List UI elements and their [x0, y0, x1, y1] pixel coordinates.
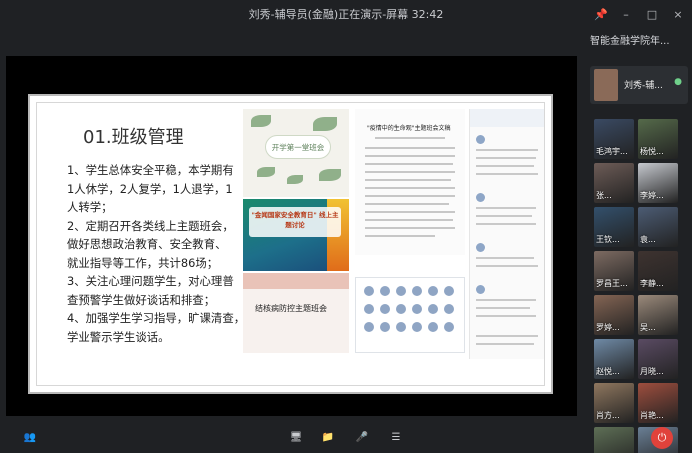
share-screen-icon[interactable]: 🖥	[288, 431, 304, 445]
meeting-window: 刘秀-辅导员(金融)正在演示-屏幕 32:42 📌 – □ × 01.班级管理 …	[0, 0, 692, 453]
participant-tile[interactable]: 毛鸿宇...	[594, 119, 634, 159]
participant-tile[interactable]: 李静...	[638, 251, 678, 291]
participant-name: 月晓...	[640, 367, 664, 376]
avatar	[594, 69, 618, 101]
participant-name: 袁...	[640, 235, 656, 244]
participant-tile[interactable]: 吴...	[638, 295, 678, 335]
panel-header: 智能金融学院年...	[590, 32, 686, 47]
participant-tile[interactable]: 李婷...	[638, 163, 678, 203]
minimize-icon[interactable]: –	[620, 8, 632, 21]
participant-name: 吴...	[640, 323, 656, 332]
photo-caption: "疫情中的生命观"主题班会文稿	[367, 125, 451, 132]
maximize-icon[interactable]: □	[646, 8, 658, 21]
participant-tile[interactable]: 肖方...	[594, 383, 634, 423]
slide-line: 1人休学，2人复学，1人退学，1	[67, 181, 233, 196]
slide-line: 做好思想政治教育、安全教育、	[67, 237, 227, 251]
participant-name: 毛鸿宇...	[596, 147, 628, 156]
photo-class-meeting: 开学第一堂班会	[243, 109, 349, 197]
participant-name: 张...	[596, 191, 612, 200]
participant-tile[interactable]: 肖艳...	[638, 383, 678, 423]
participant-name: 肖方...	[596, 411, 620, 420]
folder-icon[interactable]: 📁	[320, 431, 336, 445]
participant-tile[interactable]: 杨悦...	[638, 119, 678, 159]
slide-line: 查预警学生做好谈话和排查；	[67, 292, 216, 307]
participant-tile[interactable]: 罗婷...	[594, 295, 634, 335]
mic-icon[interactable]: 🎤	[354, 431, 370, 445]
participant-tile[interactable]: 王钦...	[594, 207, 634, 247]
presentation-slide: 01.班级管理 1、学生总体安全平稳，本学期有 1人休学，2人复学，1人退学，1…	[28, 94, 553, 394]
screen-share-stage: 01.班级管理 1、学生总体安全平稳，本学期有 1人休学，2人复学，1人退学，1…	[6, 56, 577, 416]
mic-icon: ●	[674, 77, 682, 87]
window-controls: 📌 – □ ×	[594, 0, 692, 28]
slide-line: 3、关注心理问题学生，对心理普	[67, 274, 234, 288]
meeting-room-name: 智能金融学院年...	[590, 36, 670, 47]
slide-line: 学业警示学生谈话。	[67, 329, 170, 344]
slide-line: 4、加强学生学习指导，旷课清查，	[67, 311, 246, 325]
participant-name: 罗婷...	[596, 323, 620, 332]
participant-tile[interactable]: 罗昌王...	[594, 251, 634, 291]
participant-tile[interactable]: 张...	[594, 163, 634, 203]
slide-line: 就业指导等工作，共计86场；	[67, 255, 219, 270]
bottom-toolbar: 👥 🖥 📁 🎤 ☰	[0, 425, 692, 453]
slide-line: 1、学生总体安全平稳，本学期有	[67, 163, 234, 177]
slide-line: 2、定期召开各类线上主题班会，	[67, 218, 234, 233]
photo-security-discussion: "金闻国家安全教育日" 线上主题讨论	[243, 199, 349, 271]
participant-name: 李婷...	[640, 191, 664, 200]
meeting-title: 刘秀-辅导员(金融)正在演示-屏幕 32:42	[248, 8, 444, 21]
photo-video-call	[355, 277, 465, 353]
slide-title: 01.班级管理	[83, 127, 184, 148]
participant-name: 肖艳...	[640, 411, 664, 420]
participant-name: 李静...	[640, 279, 664, 288]
participant-name: 赵悦...	[596, 367, 620, 376]
participant-name: 罗昌王...	[596, 279, 628, 288]
slide-body: 1、学生总体安全平稳，本学期有 1人休学，2人复学，1人退学，1 人转学； 2、…	[67, 161, 247, 346]
photo-chat-screenshot	[469, 109, 544, 359]
top-bar: 刘秀-辅导员(金融)正在演示-屏幕 32:42 📌 – □ ×	[0, 0, 692, 28]
slide-frame: 01.班级管理 1、学生总体安全平稳，本学期有 1人休学，2人复学，1人退学，1…	[36, 102, 545, 386]
participant-name: 王钦...	[596, 235, 620, 244]
slide-line: 人转学；	[67, 200, 113, 214]
participant-name: 杨悦...	[640, 147, 664, 156]
photo-caption: "金闻国家安全教育日" 线上主题讨论	[249, 207, 341, 237]
photo-caption: 开学第一堂班会	[265, 135, 331, 159]
close-icon[interactable]: ×	[672, 8, 684, 21]
photo-caption: 结核病防控主题班会	[255, 304, 327, 313]
menu-icon[interactable]: ☰	[388, 431, 404, 445]
presenter-name: 刘秀-辅...	[624, 81, 663, 91]
participants-icon[interactable]: 👥	[22, 431, 38, 445]
photo-document: "疫情中的生命观"主题班会文稿	[355, 109, 465, 255]
participant-tile[interactable]: 赵悦...	[594, 339, 634, 379]
end-meeting-button[interactable]: ⏻	[651, 427, 673, 449]
participant-tile[interactable]: 袁...	[638, 207, 678, 247]
participant-tile[interactable]: 月晓...	[638, 339, 678, 379]
photo-tb-prevention: 结核病防控主题班会	[243, 273, 349, 353]
presenter-tile[interactable]: 刘秀-辅... ●	[590, 66, 688, 104]
pin-icon[interactable]: 📌	[594, 8, 608, 21]
